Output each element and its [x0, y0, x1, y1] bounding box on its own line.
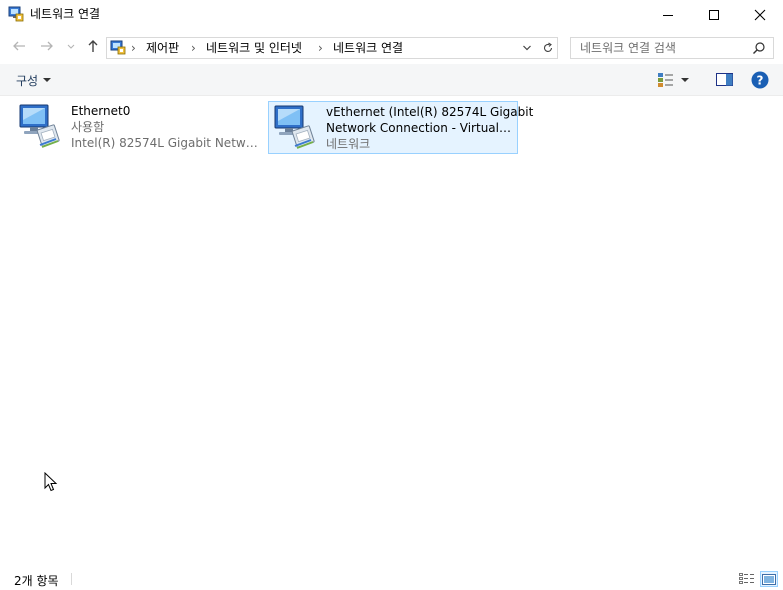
view-options-icon: [658, 73, 673, 87]
search-box[interactable]: [570, 37, 774, 59]
status-bar: 2개 항목: [0, 568, 783, 590]
forward-arrow-icon: [41, 41, 53, 51]
back-button[interactable]: [8, 33, 30, 59]
up-button[interactable]: [82, 33, 104, 59]
window-title: 네트워크 연결: [30, 7, 101, 21]
breadcrumb-network-internet[interactable]: 네트워크 및 인터넷: [206, 40, 302, 56]
minimize-button[interactable]: [645, 0, 691, 30]
network-adapter-icon: [19, 104, 60, 148]
item-count: 2개 항목: [14, 574, 59, 588]
breadcrumb-network-connections[interactable]: 네트워크 연결: [333, 40, 403, 56]
search-icon[interactable]: [752, 41, 766, 55]
preview-pane-icon: [716, 73, 733, 86]
adapter-status: 네트워크: [326, 137, 371, 151]
mouse-cursor-icon: [44, 472, 58, 492]
forward-button[interactable]: [36, 33, 58, 59]
breadcrumb-separator[interactable]: ›: [191, 40, 196, 56]
help-button[interactable]: ?: [748, 69, 772, 91]
back-arrow-icon: [13, 41, 25, 51]
change-view-button[interactable]: [657, 69, 699, 91]
adapter-name: vEthernet (Intel(R) 82574L Gigabit: [326, 105, 534, 119]
close-button[interactable]: [737, 0, 783, 30]
organize-button[interactable]: 구성: [10, 70, 57, 90]
chevron-down-icon: [523, 45, 531, 51]
refresh-button[interactable]: [538, 37, 558, 59]
address-bar[interactable]: › 제어판 › 네트워크 및 인터넷 › 네트워크 연결: [106, 37, 540, 59]
help-icon: ?: [751, 71, 769, 89]
maximize-button[interactable]: [691, 0, 737, 30]
organize-label: 구성: [16, 73, 39, 88]
close-icon: [754, 9, 766, 21]
address-history-button[interactable]: [517, 37, 537, 59]
adapter-status: 사용함: [71, 120, 105, 134]
refresh-icon: [543, 42, 552, 52]
adapter-name-continued: Network Connection - Virtual S...: [326, 121, 511, 135]
details-view-icon: [739, 573, 754, 584]
dropdown-arrow-icon: [43, 78, 52, 82]
adapter-device: Intel(R) 82574L Gigabit Network ...: [71, 136, 261, 150]
adapter-name: Ethernet0: [71, 104, 131, 118]
command-bar: 구성 ?: [0, 64, 783, 96]
dropdown-arrow-icon: [681, 78, 689, 82]
status-divider: [71, 573, 72, 585]
network-connections-icon: [8, 6, 24, 22]
network-adapter-item[interactable]: Ethernet0 사용함 Intel(R) 82574L Gigabit Ne…: [14, 101, 264, 153]
breadcrumb-separator[interactable]: ›: [131, 40, 136, 56]
large-icons-view-icon: [762, 573, 776, 585]
preview-pane-button[interactable]: [713, 69, 737, 91]
maximize-icon: [709, 10, 719, 20]
title-bar[interactable]: 네트워크 연결: [0, 0, 783, 30]
network-adapter-icon: [274, 105, 315, 149]
svg-text:?: ?: [757, 74, 764, 88]
up-arrow-icon: [88, 40, 98, 52]
breadcrumb-separator[interactable]: ›: [318, 40, 323, 56]
control-panel-icon: [110, 40, 126, 55]
chevron-down-icon: [67, 44, 75, 49]
search-input[interactable]: [580, 39, 745, 57]
large-icons-view-button[interactable]: [760, 571, 778, 587]
details-view-button[interactable]: [737, 571, 757, 587]
minimize-icon: [663, 15, 673, 16]
breadcrumb-control-panel[interactable]: 제어판: [146, 40, 179, 56]
network-adapter-item-selected[interactable]: vEthernet (Intel(R) 82574L Gigabit Netwo…: [268, 101, 533, 154]
recent-locations-button[interactable]: [64, 33, 78, 59]
